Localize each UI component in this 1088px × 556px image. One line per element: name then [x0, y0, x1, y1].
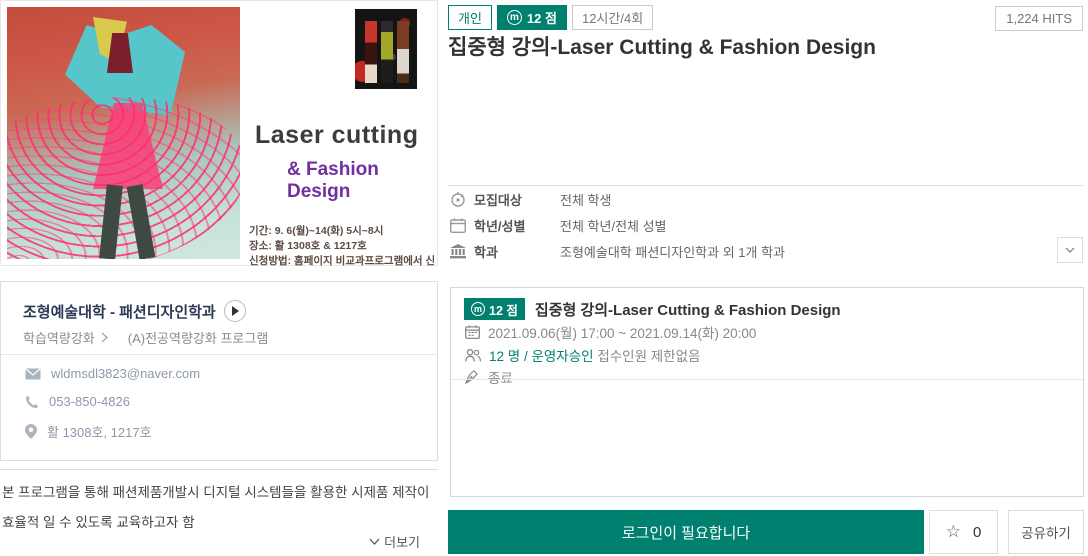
- poster-detail-apply: 신청방법: 홈페이지 비교과프로그램에서 신청: [249, 254, 434, 269]
- program-category: 학습역량강화: [23, 328, 95, 347]
- poster-model-photo: [7, 7, 240, 259]
- session-date-row: 2021.09.06(월) 17:00 ~ 2021.09.14(화) 20:0…: [465, 322, 756, 342]
- program-subcategory: (A)전공역량강화 프로그램: [128, 328, 269, 347]
- program-detail-page: Laser cutting & Fashion Design 기간: 9. 6(…: [0, 0, 1088, 556]
- session-points-badge: m 12 점: [464, 298, 525, 320]
- session-status: 종료: [488, 367, 513, 387]
- poster-title-line1: Laser cutting: [255, 121, 418, 150]
- school-icon: [450, 244, 466, 259]
- badge-personal: 개인: [448, 5, 492, 30]
- favorite-button[interactable]: ☆ 0: [929, 510, 998, 554]
- expand-departments-button[interactable]: [1057, 237, 1083, 263]
- divider: [448, 185, 1084, 186]
- poster-runway-figure: [365, 21, 377, 83]
- info-value-target: 전체 학생: [560, 190, 611, 209]
- poster-detail-place: 장소: 활 1308호 & 1217호: [249, 239, 434, 254]
- chevron-down-icon: [369, 538, 380, 545]
- star-icon: ☆: [946, 522, 961, 542]
- chevron-down-icon: [1065, 247, 1075, 253]
- info-value-grade-gender: 전체 학년/전체 성별: [560, 216, 667, 235]
- mileage-icon: m: [507, 10, 522, 25]
- info-label-grade-gender: 학년/성별: [474, 216, 560, 235]
- organizer-card: 조형예술대학 - 패션디자인학과 학습역량강화 (A)전공역량강화 프로그램 w…: [0, 281, 438, 461]
- poster-runway-thumbnail: [355, 9, 417, 89]
- poster-title-line2: & Fashion Design: [287, 159, 437, 203]
- session-date-range: 2021.09.06(월) 17:00 ~ 2021.09.14(화) 20:0…: [488, 322, 756, 342]
- info-label-target: 모집대상: [474, 190, 560, 209]
- session-status-row: 종료: [465, 367, 513, 387]
- chevron-right-icon: [101, 332, 108, 343]
- poster-details: 기간: 9. 6(월)~14(화) 5시~8시 장소: 활 1308호 & 12…: [249, 224, 434, 269]
- description-section: 본 프로그램을 통해 패션제품개발시 디지털 시스템들을 활용한 시제품 제작이…: [0, 469, 438, 538]
- session-points-label: 12 점: [489, 300, 518, 319]
- info-row-department: 학과 조형예술대학 패션디자인학과 외 1개 학과: [450, 242, 785, 261]
- badge-personal-label: 개인: [458, 8, 482, 27]
- people-icon: [465, 349, 481, 362]
- show-more-label: 더보기: [384, 532, 420, 551]
- poster-runway-figure: [397, 21, 409, 83]
- info-label-department: 학과: [474, 242, 560, 261]
- location-pin-icon: [25, 424, 37, 439]
- badge-duration: 12시간/4회: [572, 5, 653, 30]
- page-title: 집중형 강의-Laser Cutting & Fashion Design: [448, 31, 876, 61]
- session-capacity-highlight: 12 명 / 운영자승인: [489, 349, 594, 364]
- play-button[interactable]: [224, 300, 246, 322]
- session-card: m 12 점 집중형 강의-Laser Cutting & Fashion De…: [450, 287, 1084, 497]
- calendar-icon: [450, 218, 466, 233]
- phone-icon: [25, 395, 39, 409]
- session-title: 집중형 강의-Laser Cutting & Fashion Design: [535, 299, 841, 320]
- contact-email: wldmsdl3823@naver.com: [51, 366, 200, 381]
- contact-phone: 053-850-4826: [49, 394, 130, 409]
- share-button[interactable]: 공유하기: [1008, 510, 1084, 554]
- session-capacity-rest: 접수인원 제한없음: [597, 349, 700, 364]
- info-row-grade-gender: 학년/성별 전체 학년/전체 성별: [450, 216, 667, 235]
- badge-points-label: 12 점: [527, 8, 557, 27]
- session-capacity-row: 12 명 / 운영자승인 접수인원 제한없음: [465, 345, 700, 365]
- program-description: 본 프로그램을 통해 패션제품개발시 디지털 시스템들을 활용한 시제품 제작이…: [0, 470, 438, 538]
- contact-location: 활 1308호, 1217호: [47, 422, 152, 441]
- program-poster: Laser cutting & Fashion Design 기간: 9. 6(…: [0, 0, 438, 266]
- divider: [451, 379, 1083, 380]
- pen-icon: [465, 370, 480, 384]
- play-icon: [231, 306, 239, 316]
- mileage-icon: m: [471, 302, 485, 316]
- divider: [1, 354, 437, 355]
- show-more-link[interactable]: 더보기: [369, 532, 420, 551]
- info-row-target: 모집대상 전체 학생: [450, 190, 611, 209]
- target-icon: [450, 192, 466, 208]
- favorite-count: 0: [973, 524, 981, 541]
- login-required-button[interactable]: 로그인이 필요합니다: [448, 510, 924, 554]
- poster-detail-period: 기간: 9. 6(월)~14(화) 5시~8시: [249, 224, 434, 239]
- hits-counter: 1,224 HITS: [995, 6, 1083, 31]
- badge-duration-label: 12시간/4회: [582, 8, 643, 27]
- poster-runway-figure: [381, 21, 393, 83]
- badge-mileage-points: m 12 점: [497, 5, 567, 30]
- calendar-icon: [465, 325, 480, 339]
- poster-art-net-skirt: [7, 79, 240, 259]
- badge-row: 개인 m 12 점 12시간/4회: [448, 5, 653, 30]
- info-value-department: 조형예술대학 패션디자인학과 외 1개 학과: [560, 242, 785, 261]
- email-icon: [25, 368, 41, 380]
- organizer-title: 조형예술대학 - 패션디자인학과: [23, 301, 216, 322]
